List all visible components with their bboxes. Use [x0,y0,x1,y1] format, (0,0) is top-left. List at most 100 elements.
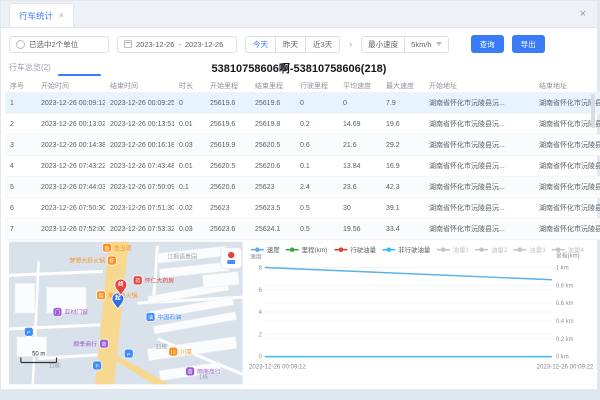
table-cell: 0.5 [295,198,338,219]
table-cell: 湖南省怀化市沅陵县沅... [424,93,534,114]
table-cell: 3 [5,135,36,156]
table-cell: 7 [5,219,36,240]
more-ranges-chevron-icon[interactable]: › [349,39,352,49]
table-cell: 25620.5 [205,156,250,177]
svg-text:6: 6 [258,288,262,294]
map-poi-marker[interactable]: P [93,361,102,370]
svg-text:虾: 虾 [109,258,114,265]
table-cell: 湖南省怀化市沅陵县沅... [534,177,600,198]
table-cell: 0 [174,93,205,114]
table-cell: 0 [295,93,338,114]
chevron-down-icon [436,42,442,46]
table-cell: 42.3 [381,177,424,198]
table-cell: 1 [5,93,36,114]
min-speed-value: 5km/h [411,40,431,49]
table-cell: 25619.6 [205,93,250,114]
svg-text:商: 商 [102,341,107,348]
svg-text:里程(km): 里程(km) [555,252,579,260]
table-cell: 0.03 [174,219,205,240]
legend-item[interactable]: 油量2 [475,245,508,254]
query-button[interactable]: 查询 [471,35,504,53]
column-header: 开始时间 [36,79,105,93]
summary-row: 行车总览(2) 53810758606啊-53810758606(218) [1,57,597,79]
table-cell: 2023-12-26 07:52:00 [36,219,105,240]
legend-item[interactable]: 行驶油量 [334,245,376,254]
table-cell: 25619.6 [205,114,250,135]
quick-range-group: 今天 昨天 近3天 [245,36,340,53]
table-row[interactable]: 52023-12-26 07:44:032023-12-26 07:50:090… [5,177,600,198]
table-header-row: 序号开始时间结束时间时长开始里程结束里程行驶里程平均速度最大速度开始地址结束地址 [5,79,600,93]
min-speed-select[interactable]: 5km/h [405,37,447,52]
table-cell: 30 [338,198,381,219]
column-header: 时长 [174,79,205,93]
table-cell: 0.1 [295,156,338,177]
table-header: 序号开始时间结束时间时长开始里程结束里程行驶里程平均速度最大速度开始地址结束地址 [5,79,600,93]
column-header: 开始地址 [424,79,534,93]
table-row[interactable]: 62023-12-26 07:50:302023-12-26 07:51:300… [5,198,600,219]
svg-text:2023-12-26 00:09:12: 2023-12-26 00:09:12 [249,363,306,370]
date-range-picker[interactable]: 2023-12-26 - 2023-12-26 [117,36,237,53]
table-cell: 0.03 [174,135,205,156]
tab-trip-statistics[interactable]: 行车统计 × [9,3,74,27]
table-cell: 0.5 [295,219,338,240]
svg-text:1栋: 1栋 [199,372,208,380]
table-row[interactable]: 32023-12-26 00:14:382023-12-26 00:16:180… [5,135,600,156]
table-cell: 2023-12-26 00:13:02 [36,114,105,135]
svg-text:门: 门 [55,309,60,316]
map-poi-marker[interactable]: P [124,349,133,358]
svg-text:非行驶油量: 非行驶油量 [398,245,431,254]
main-panel: 行车统计 × × 已选中2个单位 2023-12-26 - 2023-12-26… [0,0,598,390]
legend-item[interactable]: 速度 [251,245,280,254]
table-cell: 湖南省怀化市沅陵县沅... [424,135,534,156]
legend-item[interactable]: 油量3 [513,245,546,254]
table-row[interactable]: 72023-12-26 07:52:002023-12-26 07:53:320… [5,219,600,240]
unit-select[interactable]: 已选中2个单位 [9,36,109,53]
table-cell: 2023-12-26 07:50:09 [105,177,174,198]
table-cell: 2023-12-26 00:14:38 [36,135,105,156]
column-header: 结束时间 [105,79,174,93]
table-cell: 湖南省怀化市沅陵县沅... [424,156,534,177]
svg-text:柴: 柴 [99,292,104,299]
svg-text:起: 起 [114,294,121,302]
export-button[interactable]: 导出 [512,35,545,53]
table-body: 12023-12-26 00:09:122023-12-26 00:09:250… [5,93,600,240]
window-close-icon[interactable]: × [580,8,586,20]
table-cell: 25619.6 [250,93,295,114]
svg-text:11栋: 11栋 [155,343,167,351]
table-row[interactable]: 22023-12-26 00:13:022023-12-26 00:13:510… [5,114,600,135]
table-row[interactable]: 42023-12-26 07:43:222023-12-26 07:43:480… [5,156,600,177]
table-cell: 0.01 [174,114,205,135]
svg-text:0.4 km: 0.4 km [555,319,573,325]
svg-text:商: 商 [188,369,193,376]
svg-text:油: 油 [148,314,153,321]
legend-item[interactable]: 非行驶油量 [382,245,431,254]
table-cell: 2 [5,114,36,135]
quick-range-last3days[interactable]: 近3天 [305,36,340,53]
table-cell: 2023-12-26 00:16:18 [105,135,174,156]
table-row[interactable]: 12023-12-26 00:09:122023-12-26 00:09:250… [5,93,600,114]
table-cell: 0 [338,93,381,114]
map-poi-marker[interactable]: P [24,327,33,336]
table-cell: 2023-12-26 07:53:32 [105,219,174,240]
svg-text:1 km: 1 km [555,265,568,271]
tab-close-icon[interactable]: × [59,11,64,20]
vehicle-title: 53810758606啊-53810758606(218) [1,60,597,76]
quick-range-yesterday[interactable]: 昨天 [275,36,306,53]
table-cell: 2023-12-26 00:09:25 [105,93,174,114]
quick-range-today[interactable]: 今天 [245,36,276,53]
map-canvas[interactable]: 鱼鱼当道虾梦想大虾火锅江枫语景园药怀仁大药房柴柴火鸡火锅门亚材门窗油中国石油P商… [9,241,243,385]
table-cell: 2023-12-26 07:51:30 [105,198,174,219]
legend-item[interactable]: 里程(km) [285,245,327,254]
calendar-icon [124,40,132,48]
table-cell: 25623.6 [205,219,250,240]
svg-text:药: 药 [135,278,140,285]
map-control-button[interactable] [221,248,242,269]
table-cell: 25624.1 [250,219,295,240]
table-cell: 2.4 [295,177,338,198]
legend-item[interactable]: 油量1 [436,245,469,254]
table-cell: 13.84 [338,156,381,177]
svg-text:油量2: 油量2 [491,245,508,254]
legend-item[interactable]: 油量4 [551,245,584,254]
table-cell: 4 [5,156,36,177]
table-scrollbar[interactable] [591,94,595,128]
